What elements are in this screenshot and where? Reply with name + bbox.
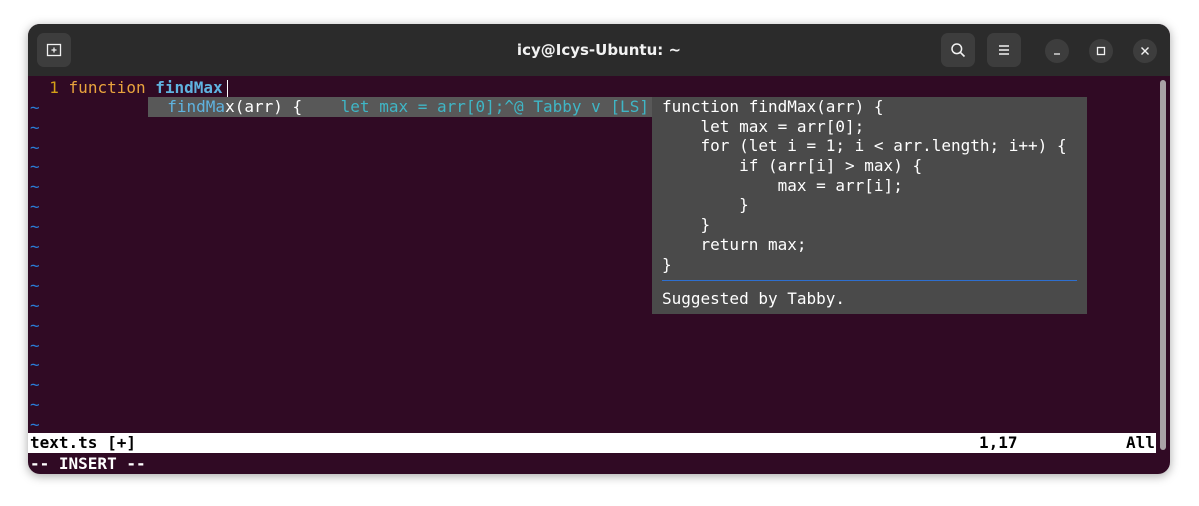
editor-line-1: 1 function findMax xyxy=(30,78,223,98)
completion-match-text: findMa xyxy=(167,97,226,116)
tilde-marker: ~ xyxy=(30,117,40,137)
preview-line: for (let i = 1; i < arr.length; i++) { xyxy=(662,136,1067,156)
suggestion-preview-popup: function findMax(arr) { let max = arr[0]… xyxy=(652,97,1087,314)
tilde-marker: ~ xyxy=(30,177,40,197)
preview-line: return max; xyxy=(662,234,807,254)
tilde-marker: ~ xyxy=(30,197,40,216)
tilde-marker: ~ xyxy=(30,375,40,395)
minimize-icon xyxy=(1054,53,1060,55)
vim-status-line: text.ts [+] 1,17 All xyxy=(28,433,1156,453)
completion-tag: [LS] xyxy=(610,97,649,116)
typed-identifier: findMax xyxy=(155,78,223,97)
close-button[interactable] xyxy=(1133,39,1157,63)
tilde-marker: ~ xyxy=(30,137,40,157)
vim-mode-indicator: -- INSERT -- xyxy=(30,454,146,473)
status-scroll-indicator: All xyxy=(1126,433,1155,452)
title-bar: icy@Icys-Ubuntu: ~ xyxy=(28,24,1170,76)
tilde-marker: ~ xyxy=(30,157,40,177)
tilde-marker: ~ xyxy=(30,395,40,414)
tilde-marker: ~ xyxy=(30,355,40,375)
close-icon xyxy=(1141,47,1149,55)
preview-line: max = arr[i]; xyxy=(662,175,903,195)
preview-line: } xyxy=(662,254,672,274)
tilde-marker: ~ xyxy=(30,414,40,434)
status-filename: text.ts [+] xyxy=(30,433,136,452)
line-number: 1 xyxy=(49,78,59,97)
search-icon xyxy=(951,43,966,58)
tilde-marker: ~ xyxy=(30,296,40,315)
tilde-marker: ~ xyxy=(30,256,40,276)
tilde-marker: ~ xyxy=(30,315,40,335)
menu-button[interactable] xyxy=(987,33,1021,67)
maximize-button[interactable] xyxy=(1089,39,1113,63)
hamburger-menu-icon xyxy=(999,45,1009,55)
preview-separator xyxy=(662,280,1077,282)
minimize-button[interactable] xyxy=(1045,39,1069,63)
tilde-marker: ~ xyxy=(30,216,40,236)
maximize-icon xyxy=(1096,46,1106,56)
preview-line: } xyxy=(662,215,711,235)
tilde-marker: ~ xyxy=(30,335,40,355)
terminal-area[interactable]: 1 function findMax ~ ~ ~ ~ ~ ~ ~ ~ ~ ~ ~ ~ ~ ~ ~ ~ ~ fin… xyxy=(28,76,1170,474)
completion-source: Tabby xyxy=(533,97,582,116)
completion-kind: v xyxy=(591,97,601,116)
preview-footer: Suggested by Tabby. xyxy=(662,289,846,309)
status-cursor-position: 1,17 xyxy=(979,433,1018,452)
keyword-function: function xyxy=(68,78,146,97)
completion-snippet: let max = arr[0];^@ xyxy=(340,97,524,116)
completion-rest-text: x(arr) { xyxy=(225,97,303,116)
preview-line: let max = arr[0]; xyxy=(662,116,865,136)
text-cursor xyxy=(227,80,228,98)
preview-line: } xyxy=(662,195,749,215)
completion-item-selected[interactable]: findMax(arr) { let max = arr[0];^@ Tabby… xyxy=(148,97,652,117)
terminal-window: icy@Icys-Ubuntu: ~ 1 function findMax ~ … xyxy=(28,24,1170,474)
preview-line: if (arr[i] > max) { xyxy=(662,156,923,176)
scrollbar[interactable] xyxy=(1160,80,1166,450)
tilde-marker: ~ xyxy=(30,236,40,256)
preview-line: function findMax(arr) { xyxy=(662,97,884,116)
search-button[interactable] xyxy=(941,33,975,67)
tilde-marker: ~ xyxy=(30,276,40,296)
tilde-marker: ~ xyxy=(30,98,40,117)
